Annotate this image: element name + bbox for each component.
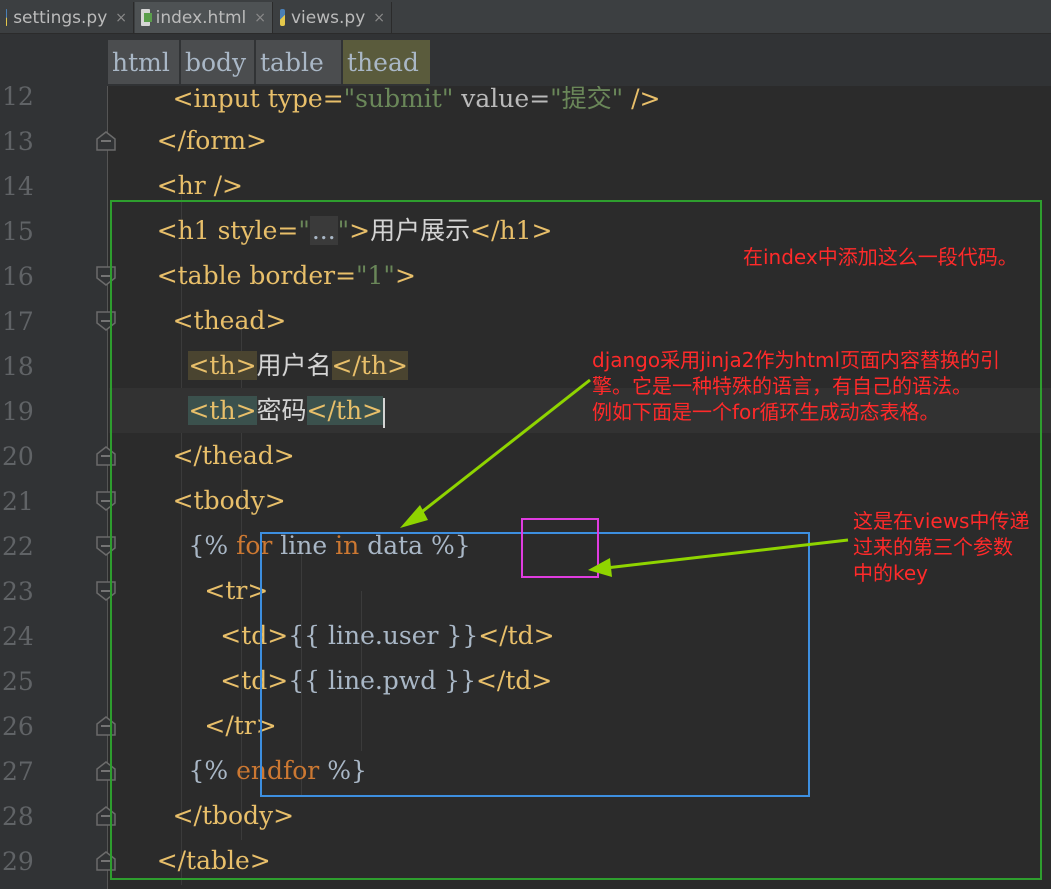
note-blue: 这是在views中传递 过来的第三个参数 中的key bbox=[853, 509, 1030, 585]
arrow-head-icon bbox=[588, 558, 612, 577]
note-yellow: django采用jinja2作为html页面内容替换的引 擎。它是一种特殊的语言… bbox=[592, 348, 1000, 424]
arrow-jinja-note bbox=[413, 378, 591, 520]
arrow-key-note bbox=[605, 538, 849, 570]
note-green: 在index中添加这么一段代码。 bbox=[743, 245, 1018, 269]
annotation-arrows bbox=[400, 378, 849, 577]
